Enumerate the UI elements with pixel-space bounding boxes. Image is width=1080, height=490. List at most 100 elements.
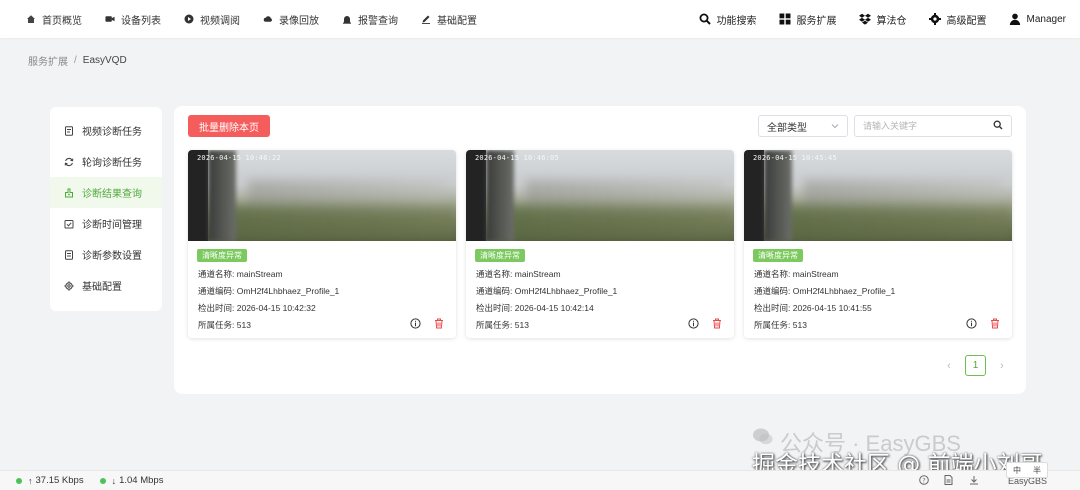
nav-label: 录像回放 [279, 15, 319, 27]
breadcrumb-current: EasyVQD [82, 55, 127, 66]
channel-name-field: 通道名称: mainStream [476, 269, 561, 279]
info-icon[interactable] [410, 318, 421, 329]
anomaly-tag: 清晰度异常 [475, 249, 525, 262]
snapshot-thumbnail[interactable]: 2026-04-15 10:46:22 [188, 150, 456, 241]
snapshot-thumbnail[interactable]: 2026-04-15 10:45:45 [744, 150, 1012, 241]
result-card[interactable]: 2026-04-15 10:46:05 清晰度异常 通道名称: mainStre… [466, 150, 734, 338]
cloud-icon [263, 14, 273, 24]
nav-device-list[interactable]: 设备列表 [105, 12, 161, 27]
detect-time-value: 2026-04-15 10:41:55 [792, 303, 872, 313]
detect-time-value: 2026-04-15 10:42:14 [514, 303, 594, 313]
nav-label: 基础配置 [437, 15, 477, 27]
home-icon [26, 14, 36, 24]
params-doc-icon [64, 249, 74, 260]
next-page-button[interactable]: › [995, 359, 1009, 373]
calendar-check-icon [64, 219, 74, 229]
download-rate-value: 1.04 Mbps [119, 475, 164, 486]
nav-algorithm-store[interactable]: 算法仓 [858, 12, 907, 27]
result-card[interactable]: 2026-04-15 10:45:45 清晰度异常 通道名称: mainStre… [744, 150, 1012, 338]
nav-label: Manager [1026, 13, 1066, 25]
grid-icon [779, 13, 791, 25]
channel-name-value: mainStream [792, 269, 839, 279]
nav-right-group: 功能搜索 服务扩展 算法仓 高级配置 Manager [677, 0, 1080, 38]
task-field: 所属任务: 513 [476, 320, 529, 330]
delete-icon[interactable] [989, 318, 1000, 329]
upload-rate: ↑ 37.15 Kbps [16, 475, 84, 486]
status-bar-icons: ? [904, 474, 979, 485]
info-icon[interactable] [966, 318, 977, 329]
nav-home[interactable]: 首页概览 [26, 12, 82, 27]
nav-left-group: 首页概览 设备列表 视频调阅 录像回放 报警查询 基础配置 [0, 0, 500, 38]
channel-code-value: OmH2f4Lhbhaez_Profile_1 [514, 286, 618, 296]
dropbox-icon [858, 13, 871, 25]
batch-delete-button[interactable]: 批量删除本页 [188, 115, 270, 137]
download-rate: ↓ 1.04 Mbps [99, 475, 164, 486]
ime-width: 半 [1033, 465, 1041, 475]
sidebar-item-video-diagnosis-task[interactable]: 视频诊断任务 [50, 115, 162, 146]
pagination: ‹ 1 › [942, 355, 1009, 376]
sidebar-item-label: 诊断参数设置 [82, 251, 142, 262]
delete-icon[interactable] [711, 318, 722, 329]
sidebar-item-diagnosis-result-query[interactable]: 诊断结果查询 [50, 177, 162, 208]
breadcrumb: 服务扩展 / EasyVQD [28, 53, 127, 68]
nav-label: 算法仓 [876, 15, 907, 27]
nav-feature-search[interactable]: 功能搜索 [699, 12, 757, 27]
status-dot [99, 477, 106, 484]
snapshot-thumbnail[interactable]: 2026-04-15 10:46:05 [466, 150, 734, 241]
search-icon[interactable] [993, 120, 1003, 133]
channel-code-field: 通道编码: OmH2f4Lhbhaez_Profile_1 [476, 286, 618, 296]
help-icon[interactable]: ? [918, 474, 929, 485]
nav-video-view[interactable]: 视频调阅 [184, 12, 240, 27]
play-circle-icon [184, 14, 194, 24]
sidebar-item-basic-config[interactable]: 基础配置 [50, 270, 162, 301]
sidebar-item-label: 基础配置 [82, 282, 122, 293]
anomaly-tag: 清晰度异常 [753, 249, 803, 262]
sidebar-item-label: 视频诊断任务 [82, 127, 142, 138]
nav-advanced-config[interactable]: 高级配置 [928, 12, 987, 27]
nav-alarm-query[interactable]: 报警查询 [342, 12, 398, 27]
sidebar-item-diagnosis-time-management[interactable]: 诊断时间管理 [50, 208, 162, 239]
sidebar-item-label: 诊断结果查询 [82, 189, 142, 200]
alarm-icon [342, 14, 352, 24]
channel-name-value: mainStream [236, 269, 283, 279]
upload-rate-value: 37.15 Kbps [35, 475, 84, 486]
task-field: 所属任务: 513 [198, 320, 251, 330]
task-field: 所属任务: 513 [754, 320, 807, 330]
nav-label: 设备列表 [121, 15, 161, 27]
search-box [854, 115, 1012, 137]
results-panel: 批量删除本页 全部类型 2026-04-15 10:46:22 清晰度异常 通道… [174, 106, 1026, 394]
document-icon[interactable] [943, 474, 954, 485]
sidebar-item-diagnosis-params[interactable]: 诊断参数设置 [50, 239, 162, 270]
sidebar-item-polling-diagnosis-task[interactable]: 轮询诊断任务 [50, 146, 162, 177]
refresh-icon [64, 157, 74, 167]
status-bar: ↑ 37.15 Kbps ↓ 1.04 Mbps ? EasyGBS [0, 470, 1080, 490]
snapshot-timestamp: 2026-04-15 10:46:05 [475, 154, 559, 162]
nav-label: 视频调阅 [200, 15, 240, 27]
prev-page-button[interactable]: ‹ [942, 359, 956, 373]
nav-user-manager[interactable]: Manager [1009, 13, 1066, 25]
detect-time-field: 检出时间: 2026-04-15 10:42:32 [198, 303, 316, 313]
type-filter-select[interactable]: 全部类型 [758, 115, 848, 137]
search-icon [699, 13, 711, 25]
task-value: 513 [236, 320, 251, 330]
channel-code-value: OmH2f4Lhbhaez_Profile_1 [792, 286, 896, 296]
detect-time-field: 检出时间: 2026-04-15 10:42:14 [476, 303, 594, 313]
sidebar: 视频诊断任务 轮询诊断任务 诊断结果查询 诊断时间管理 诊断参数设置 基础配置 [50, 107, 162, 311]
nav-basic-config[interactable]: 基础配置 [421, 12, 477, 27]
search-input[interactable] [863, 121, 983, 131]
svg-text:?: ? [922, 476, 925, 484]
gear-icon [64, 280, 74, 291]
snapshot-timestamp: 2026-04-15 10:46:22 [197, 154, 281, 162]
nav-recording-playback[interactable]: 录像回放 [263, 12, 319, 27]
anomaly-tag: 清晰度异常 [197, 249, 247, 262]
nav-service-extension[interactable]: 服务扩展 [779, 12, 837, 27]
ime-indicator[interactable]: 中 半 [1006, 462, 1048, 478]
breadcrumb-parent[interactable]: 服务扩展 [28, 53, 68, 68]
breadcrumb-separator: / [74, 55, 77, 66]
info-icon[interactable] [688, 318, 699, 329]
snapshot-timestamp: 2026-04-15 10:45:45 [753, 154, 837, 162]
result-card[interactable]: 2026-04-15 10:46:22 清晰度异常 通道名称: mainStre… [188, 150, 456, 338]
download-icon[interactable] [968, 474, 979, 485]
delete-icon[interactable] [433, 318, 444, 329]
page-number-current[interactable]: 1 [965, 355, 986, 376]
